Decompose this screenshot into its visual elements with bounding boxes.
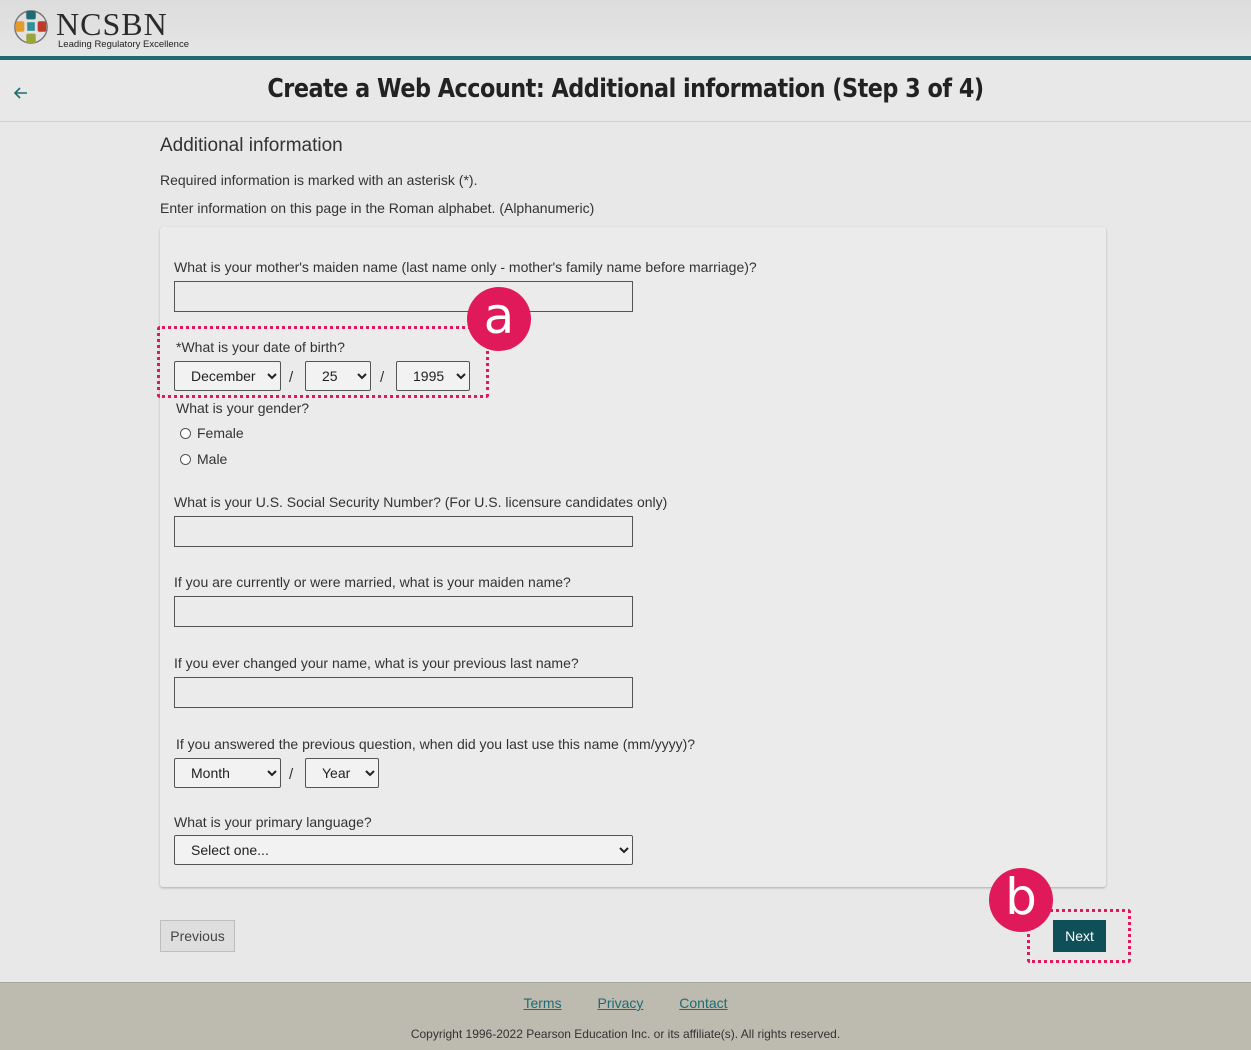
last-use-label: If you answered the previous question, w… xyxy=(176,736,696,752)
top-header: NCSBN Leading Regulatory Excellence xyxy=(0,0,1251,60)
page-title: Create a Web Account: Additional informa… xyxy=(267,74,984,104)
alphabet-note: Enter information on this page in the Ro… xyxy=(160,200,595,216)
gender-male-option[interactable]: Male xyxy=(180,451,227,467)
gender-female-radio[interactable] xyxy=(180,427,191,439)
logo-tagline: Leading Regulatory Excellence xyxy=(58,39,189,50)
title-bar: Create a Web Account: Additional informa… xyxy=(0,64,1251,122)
footer: Terms Privacy Contact Copyright 1996-202… xyxy=(0,982,1251,1050)
contact-link[interactable]: Contact xyxy=(679,995,727,1011)
previous-last-name-input[interactable] xyxy=(174,677,633,708)
maiden-name-label: If you are currently or were married, wh… xyxy=(174,574,571,590)
ncsbn-logo[interactable]: NCSBN Leading Regulatory Excellence xyxy=(12,8,189,52)
ssn-label: What is your U.S. Social Security Number… xyxy=(174,494,668,510)
gender-male-radio[interactable] xyxy=(180,453,191,465)
annotation-badge-a: a xyxy=(467,287,531,351)
gender-male-label: Male xyxy=(197,451,228,467)
ssn-input[interactable] xyxy=(174,516,633,547)
privacy-link[interactable]: Privacy xyxy=(597,995,643,1011)
annotation-badge-b: b xyxy=(989,868,1053,932)
mother-maiden-label: What is your mother's maiden name (last … xyxy=(174,259,757,275)
section-title: Additional information xyxy=(160,135,343,156)
maiden-name-input[interactable] xyxy=(174,596,633,627)
previous-last-name-label: If you ever changed your name, what is y… xyxy=(174,655,579,671)
previous-button[interactable]: Previous xyxy=(160,920,235,952)
gender-female-option[interactable]: Female xyxy=(180,425,244,441)
logo-name: NCSBN xyxy=(56,6,168,42)
annotation-box-a xyxy=(157,326,489,398)
language-label: What is your primary language? xyxy=(174,814,372,830)
last-use-year-select[interactable]: Year xyxy=(305,758,379,788)
mother-maiden-input[interactable] xyxy=(174,281,633,312)
last-use-separator: / xyxy=(289,766,294,783)
last-use-month-select[interactable]: Month xyxy=(174,758,281,788)
language-select[interactable]: Select one... xyxy=(174,835,633,865)
required-note: Required information is marked with an a… xyxy=(160,172,478,188)
gender-label: What is your gender? xyxy=(176,400,310,416)
footer-links: Terms Privacy Contact xyxy=(0,995,1251,1011)
copyright: Copyright 1996-2022 Pearson Education In… xyxy=(410,1027,841,1041)
back-arrow-icon[interactable] xyxy=(12,84,30,102)
ncsbn-logo-icon xyxy=(14,10,48,44)
gender-female-label: Female xyxy=(197,425,244,441)
terms-link[interactable]: Terms xyxy=(523,995,561,1011)
